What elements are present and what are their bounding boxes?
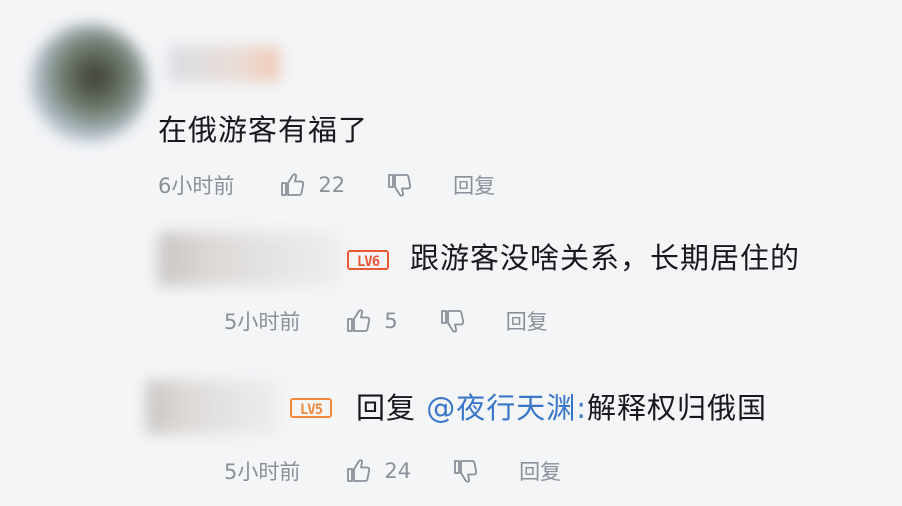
reply-text: 跟游客没啥关系，长期居住的	[410, 241, 801, 275]
thumbs-up-icon	[281, 173, 305, 196]
dislike-button[interactable]	[451, 457, 479, 485]
thumbs-down-icon	[388, 174, 412, 197]
reply-user-avatar[interactable]	[158, 232, 340, 286]
like-count: 22	[318, 173, 346, 197]
like-count: 24	[384, 459, 412, 483]
comment-text: 在俄游客有福了	[158, 113, 369, 147]
level-badge: LV6	[347, 250, 389, 270]
like-button[interactable]: 22	[278, 171, 385, 199]
mention-colon: :	[576, 391, 588, 425]
thumbs-down-icon	[454, 460, 478, 483]
reply-meta: 5小时前 24 回复	[224, 456, 561, 486]
reply-body: 解释权归俄国	[587, 391, 768, 425]
comment-time: 6小时前	[158, 174, 235, 198]
thumbs-up-icon	[347, 459, 371, 482]
reply-button[interactable]: 回复	[453, 170, 495, 200]
thumbs-up-icon	[347, 309, 371, 332]
mention-link[interactable]: @夜行天渊	[426, 391, 576, 425]
like-button[interactable]: 5	[344, 307, 437, 335]
reply-time: 5小时前	[224, 460, 301, 484]
like-button[interactable]: 24	[344, 457, 451, 485]
reply-text: 回复 @夜行天渊:解释权归俄国	[356, 390, 767, 426]
reply-user-avatar[interactable]	[146, 380, 280, 434]
reply-prefix: 回复	[356, 391, 417, 425]
like-count: 5	[384, 309, 398, 333]
level-badge: LV5	[290, 398, 332, 418]
reply-time: 5小时前	[224, 310, 301, 334]
reply-button[interactable]: 回复	[519, 456, 561, 486]
avatar[interactable]	[30, 24, 148, 142]
reply-button[interactable]: 回复	[506, 306, 548, 336]
thumbs-down-icon	[440, 310, 464, 333]
username[interactable]	[168, 46, 280, 82]
reply-meta: 5小时前 5 回复	[224, 306, 548, 336]
comment-meta: 6小时前 22 回复	[158, 170, 495, 200]
dislike-button[interactable]	[438, 307, 466, 335]
dislike-button[interactable]	[385, 171, 413, 199]
